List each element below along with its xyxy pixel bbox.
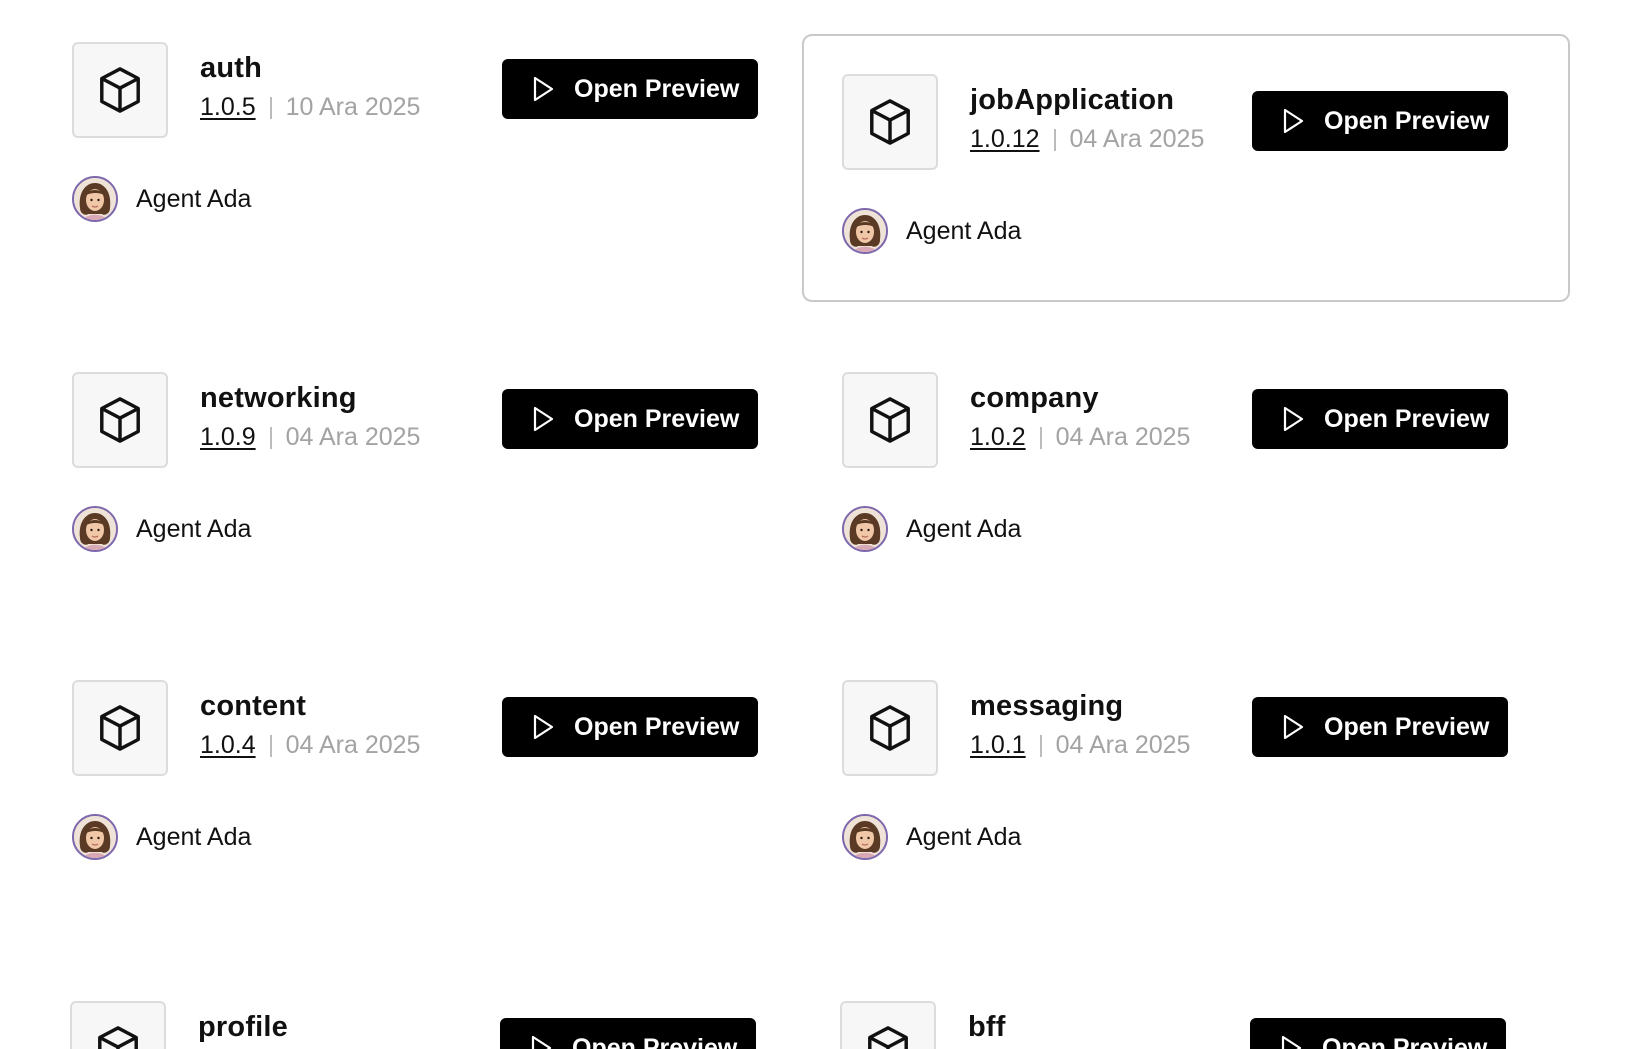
open-preview-label: Open Preview bbox=[574, 404, 740, 433]
cube-icon bbox=[100, 705, 140, 751]
open-preview-label: Open Preview bbox=[1324, 712, 1490, 741]
open-preview-button[interactable]: Open Preview bbox=[502, 697, 758, 757]
author-name: Agent Ada bbox=[136, 514, 252, 543]
author-name: Agent Ada bbox=[906, 822, 1022, 851]
open-preview-button[interactable]: Open Preview bbox=[1252, 697, 1508, 757]
package-date: 04 Ara 2025 bbox=[1055, 731, 1191, 759]
agent-avatar bbox=[842, 208, 888, 254]
agent-avatar bbox=[72, 506, 118, 552]
author: Agent Ada bbox=[72, 506, 251, 552]
package-grid: auth 1.0.5 10 Ara 2025 Open Preview Agen… bbox=[0, 0, 1636, 1049]
package-tile bbox=[72, 372, 168, 468]
package-card[interactable]: bff Open Preview bbox=[802, 924, 1570, 1049]
meta-divider bbox=[1053, 128, 1056, 151]
open-preview-label: Open Preview bbox=[574, 74, 740, 103]
package-date: 04 Ara 2025 bbox=[285, 423, 421, 451]
package-tile bbox=[842, 74, 938, 170]
package-date: 04 Ara 2025 bbox=[285, 731, 421, 759]
package-name: content bbox=[200, 690, 307, 722]
package-meta: 1.0.5 10 Ara 2025 bbox=[200, 93, 420, 122]
meta-divider bbox=[1039, 426, 1042, 449]
package-card[interactable]: messaging 1.0.1 04 Ara 2025 Open Preview… bbox=[802, 616, 1570, 884]
meta-divider bbox=[269, 734, 272, 757]
author: Agent Ada bbox=[72, 176, 251, 222]
package-version-link[interactable]: 1.0.9 bbox=[200, 423, 256, 452]
play-icon bbox=[1281, 1035, 1302, 1049]
package-name: bff bbox=[968, 1011, 1006, 1043]
package-meta: 1.0.12 04 Ara 2025 bbox=[970, 125, 1204, 154]
author-name: Agent Ada bbox=[906, 514, 1022, 543]
package-version-link[interactable]: 1.0.12 bbox=[970, 125, 1040, 154]
author-name: Agent Ada bbox=[906, 216, 1022, 245]
agent-avatar bbox=[842, 506, 888, 552]
meta-divider bbox=[269, 96, 272, 119]
open-preview-button[interactable]: Open Preview bbox=[500, 1018, 756, 1049]
author: Agent Ada bbox=[842, 506, 1021, 552]
cube-icon bbox=[100, 67, 140, 113]
open-preview-label: Open Preview bbox=[1324, 106, 1490, 135]
author-name: Agent Ada bbox=[136, 822, 252, 851]
package-meta: 1.0.2 04 Ara 2025 bbox=[970, 423, 1190, 452]
cube-icon bbox=[868, 1026, 908, 1049]
package-name: messaging bbox=[970, 690, 1124, 722]
agent-avatar bbox=[72, 176, 118, 222]
package-version-link[interactable]: 1.0.1 bbox=[970, 731, 1026, 760]
play-icon bbox=[533, 76, 554, 102]
package-tile bbox=[840, 1001, 936, 1049]
package-meta: 1.0.9 04 Ara 2025 bbox=[200, 423, 420, 452]
package-date: 04 Ara 2025 bbox=[1055, 423, 1191, 451]
author: Agent Ada bbox=[842, 814, 1021, 860]
author: Agent Ada bbox=[842, 208, 1021, 254]
agent-avatar bbox=[842, 814, 888, 860]
package-version-link[interactable]: 1.0.5 bbox=[200, 93, 256, 122]
cube-icon bbox=[870, 705, 910, 751]
play-icon bbox=[1283, 406, 1304, 432]
package-meta: 1.0.1 04 Ara 2025 bbox=[970, 731, 1190, 760]
open-preview-label: Open Preview bbox=[1324, 404, 1490, 433]
package-name: networking bbox=[200, 382, 357, 414]
cube-icon bbox=[100, 397, 140, 443]
open-preview-button[interactable]: Open Preview bbox=[1252, 389, 1508, 449]
package-version-link[interactable]: 1.0.4 bbox=[200, 731, 256, 760]
agent-avatar bbox=[72, 814, 118, 860]
open-preview-button[interactable]: Open Preview bbox=[1252, 91, 1508, 151]
open-preview-label: Open Preview bbox=[1322, 1033, 1488, 1049]
package-date: 10 Ara 2025 bbox=[285, 93, 421, 121]
author: Agent Ada bbox=[72, 814, 251, 860]
package-card[interactable]: profile Open Preview bbox=[0, 924, 768, 1049]
package-tile bbox=[842, 680, 938, 776]
open-preview-button[interactable]: Open Preview bbox=[502, 389, 758, 449]
package-card[interactable]: company 1.0.2 04 Ara 2025 Open Preview A… bbox=[802, 308, 1570, 576]
open-preview-button[interactable]: Open Preview bbox=[502, 59, 758, 119]
package-meta: 1.0.4 04 Ara 2025 bbox=[200, 731, 420, 760]
package-card[interactable]: networking 1.0.9 04 Ara 2025 Open Previe… bbox=[0, 308, 768, 576]
package-card[interactable]: auth 1.0.5 10 Ara 2025 Open Preview Agen… bbox=[0, 0, 768, 268]
open-preview-label: Open Preview bbox=[572, 1033, 738, 1049]
cube-icon bbox=[98, 1026, 138, 1049]
open-preview-label: Open Preview bbox=[574, 712, 740, 741]
cube-icon bbox=[870, 99, 910, 145]
package-tile bbox=[842, 372, 938, 468]
play-icon bbox=[531, 1035, 552, 1049]
package-tile bbox=[70, 1001, 166, 1049]
package-card[interactable]: content 1.0.4 04 Ara 2025 Open Preview A… bbox=[0, 616, 768, 884]
author-name: Agent Ada bbox=[136, 184, 252, 213]
package-version-link[interactable]: 1.0.2 bbox=[970, 423, 1026, 452]
package-date: 04 Ara 2025 bbox=[1069, 125, 1205, 153]
package-card[interactable]: jobApplication 1.0.12 04 Ara 2025 Open P… bbox=[802, 34, 1570, 302]
package-name: profile bbox=[198, 1011, 289, 1043]
package-name: company bbox=[970, 382, 1099, 414]
play-icon bbox=[533, 714, 554, 740]
meta-divider bbox=[1039, 734, 1042, 757]
package-name: jobApplication bbox=[970, 84, 1175, 116]
open-preview-button[interactable]: Open Preview bbox=[1250, 1018, 1506, 1049]
package-name: auth bbox=[200, 52, 263, 84]
cube-icon bbox=[870, 397, 910, 443]
package-tile bbox=[72, 680, 168, 776]
play-icon bbox=[1283, 108, 1304, 134]
meta-divider bbox=[269, 426, 272, 449]
package-tile bbox=[72, 42, 168, 138]
play-icon bbox=[533, 406, 554, 432]
play-icon bbox=[1283, 714, 1304, 740]
